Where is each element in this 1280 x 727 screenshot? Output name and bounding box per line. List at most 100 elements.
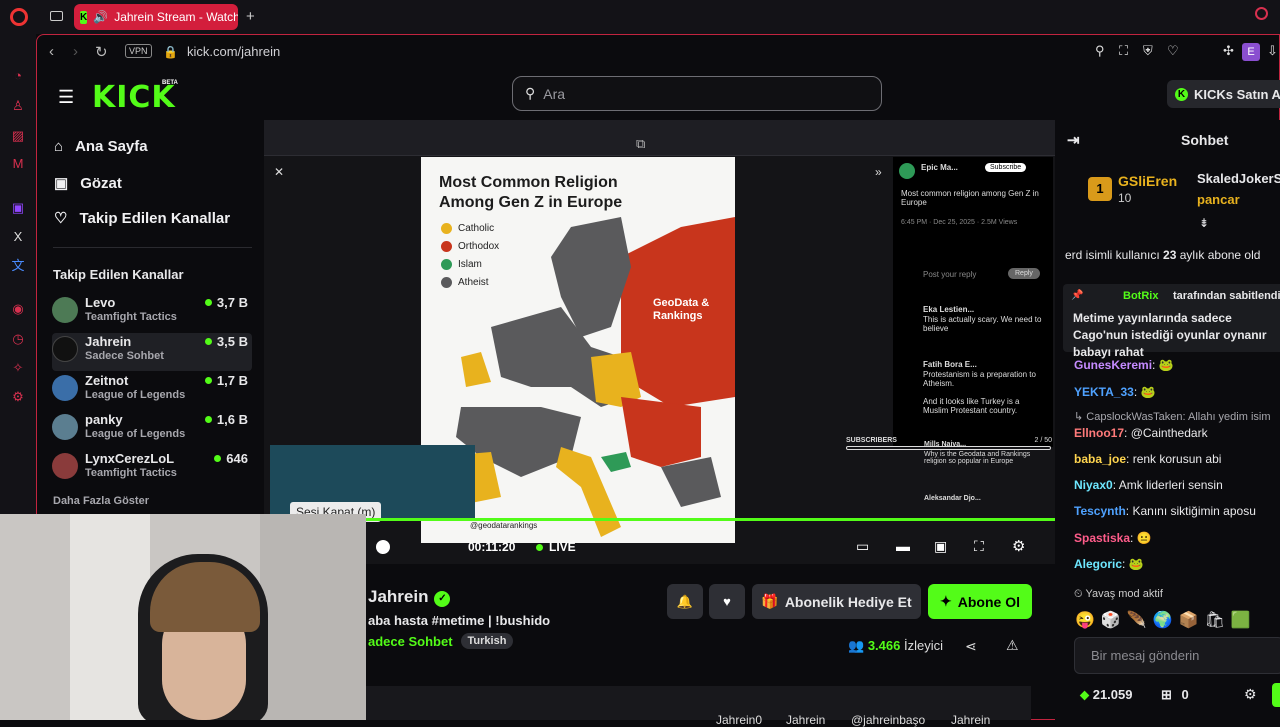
- expand-icon[interactable]: »: [875, 165, 882, 179]
- settings-icon[interactable]: ⚙: [10, 389, 26, 405]
- tweet-subscribe-button[interactable]: Subscribe: [985, 163, 1027, 172]
- new-tab-button[interactable]: +: [246, 8, 255, 25]
- top-gifter-name[interactable]: GSliEren: [1118, 173, 1177, 189]
- shield-icon[interactable]: ⛨: [1143, 43, 1153, 59]
- report-icon[interactable]: ⚠: [1006, 637, 1019, 654]
- channel-name: LynxCerezLoL: [85, 451, 175, 466]
- speaker-icon[interactable]: 🔊: [93, 10, 108, 24]
- map-title: Most Common Religion Among Gen Z in Euro…: [439, 174, 623, 211]
- channel-points[interactable]: ⬥ 21.059: [1080, 687, 1132, 703]
- chat-username[interactable]: YEKTA_33: [1074, 385, 1134, 399]
- aria-icon[interactable]: ◔: [10, 68, 26, 84]
- sub-notice-text: erd isimli kullanıcı: [1065, 248, 1164, 262]
- pinned-message[interactable]: 📌 BotRix tarafından sabitlendi Metime ya…: [1063, 284, 1280, 359]
- history-icon[interactable]: ◷: [10, 331, 26, 347]
- url-field[interactable]: kick.com/jahrein: [187, 44, 280, 59]
- playback-progress-bar[interactable]: [264, 518, 1055, 521]
- flow-icon[interactable]: ▨: [10, 128, 26, 144]
- chat-username[interactable]: Ellnoo17: [1074, 426, 1124, 440]
- volume-slider-handle[interactable]: [376, 540, 390, 554]
- tweet-reply-button[interactable]: Reply: [1008, 268, 1040, 279]
- hamburger-menu-icon[interactable]: ☰: [58, 87, 74, 108]
- live-badge[interactable]: LIVE: [549, 540, 576, 554]
- theater-mode-icon[interactable]: ▬: [896, 538, 910, 554]
- profile-avatar[interactable]: E: [1242, 43, 1260, 61]
- channel-item-panky[interactable]: panky League of Legends 1,6 B: [52, 411, 252, 449]
- expand-gifters-icon[interactable]: ⇟: [1199, 216, 1209, 230]
- subscribe-button[interactable]: ✦ Abone Ol: [928, 584, 1032, 619]
- chat-username[interactable]: Tescynth: [1074, 504, 1126, 518]
- nav-home[interactable]: ⌂ Ana Sayfa: [54, 138, 148, 155]
- vpn-badge[interactable]: VPN: [125, 44, 152, 58]
- pip-icon[interactable]: ▣: [934, 538, 947, 555]
- popout-icon[interactable]: ⧉: [636, 136, 645, 152]
- chat-username[interactable]: Spastiska: [1074, 531, 1130, 545]
- browser-tab-active[interactable]: K 🔊 Jahrein Stream - Watch: [74, 4, 238, 30]
- gift-subscription-button[interactable]: 🎁 Abonelik Hediye Et: [752, 584, 921, 619]
- opera-logo-icon[interactable]: [10, 8, 28, 26]
- map-watermark: GeoData & Rankings: [653, 297, 710, 322]
- extensions-icon[interactable]: ✧: [10, 360, 26, 376]
- gifter-name[interactable]: pancar: [1197, 192, 1240, 207]
- language-tag[interactable]: Turkish: [460, 633, 514, 649]
- nav-following[interactable]: ♡ Takip Edilen Kanallar: [54, 209, 230, 228]
- x-icon[interactable]: X: [10, 229, 26, 245]
- gift-counter[interactable]: ⊞ 0: [1161, 687, 1189, 703]
- tab-overview-icon[interactable]: [50, 11, 63, 21]
- snapshot-icon[interactable]: ⛶: [1119, 43, 1128, 59]
- player-icon[interactable]: ◉: [10, 301, 26, 317]
- chat-message-input[interactable]: Bir mesaj gönderin: [1074, 637, 1280, 674]
- search-tabs-icon[interactable]: [1255, 7, 1268, 20]
- avatar: [52, 414, 78, 440]
- streamer-name[interactable]: Jahrein ✓: [368, 587, 451, 607]
- sparkle-icon: ✦: [940, 593, 952, 609]
- social-discord-link[interactable]: Jahrein: [951, 713, 990, 727]
- puzzle-icon[interactable]: ✣: [1223, 43, 1234, 59]
- back-icon[interactable]: ‹: [49, 43, 54, 60]
- social-threads-link[interactable]: @jahreinbaşo: [851, 713, 925, 727]
- chat-send-button[interactable]: [1272, 683, 1280, 707]
- follow-heart-button[interactable]: ♥: [709, 584, 745, 619]
- channel-item-zeitnot[interactable]: Zeitnot League of Legends 1,7 B: [52, 372, 252, 410]
- chat-username[interactable]: Niyax0: [1074, 478, 1113, 492]
- settings-icon[interactable]: ⚙: [1012, 537, 1025, 555]
- player-controls: 00:11:20 LIVE ▭ ▬ ▣ ⛶ ⚙: [370, 536, 1050, 558]
- clip-icon[interactable]: ▭: [856, 538, 869, 555]
- download-icon[interactable]: ⇩: [1267, 43, 1278, 59]
- channel-item-jahrein[interactable]: Jahrein Sadece Sohbet 3,5 B: [52, 333, 252, 371]
- search-input[interactable]: ⚲ Ara: [512, 76, 882, 111]
- forward-icon[interactable]: ›: [73, 43, 78, 60]
- collapse-chat-icon[interactable]: ⇥: [1067, 131, 1080, 149]
- channel-item-levo[interactable]: Levo Teamfight Tactics 3,7 B: [52, 294, 252, 332]
- chat-username[interactable]: CapslockWasTaken: [1086, 411, 1182, 423]
- notification-bell-button[interactable]: 🔔: [667, 584, 703, 619]
- fullscreen-icon[interactable]: ⛶: [974, 538, 984, 555]
- tweet-reply-input[interactable]: Post your reply: [923, 270, 976, 279]
- twitch-icon[interactable]: ▣: [10, 200, 26, 216]
- social-instagram-link[interactable]: Jahrein: [786, 713, 825, 727]
- chat-username[interactable]: Alegoric: [1074, 557, 1122, 571]
- chat-text: Amk liderleri sensin: [1118, 478, 1223, 492]
- translate-icon[interactable]: 文: [10, 258, 26, 274]
- slow-mode-icon: ⏲: [1074, 588, 1086, 600]
- chat-username[interactable]: GunesKeremi: [1074, 358, 1152, 372]
- pin-icon[interactable]: ⚲: [1095, 43, 1105, 59]
- heart-icon[interactable]: ♡: [1167, 43, 1179, 59]
- crypto-wallet-icon[interactable]: ♙: [10, 98, 26, 114]
- buy-kicks-button[interactable]: K KICKs Satın Al: [1167, 80, 1280, 108]
- chat-settings-icon[interactable]: ⚙: [1244, 686, 1257, 703]
- emote-bar[interactable]: 😜🎲🪶🌍📦🛍🟩: [1075, 610, 1257, 630]
- channel-item-lynxcerezlol[interactable]: LynxCerezLoL Teamfight Tactics 646: [52, 450, 252, 488]
- gmail-icon[interactable]: M: [10, 156, 26, 172]
- show-more-link[interactable]: Daha Fazla Göster: [53, 495, 149, 507]
- reload-icon[interactable]: ↻: [95, 43, 108, 61]
- social-x-link[interactable]: Jahrein0: [716, 713, 762, 727]
- nav-browse[interactable]: ▣ Gözat: [54, 174, 122, 193]
- gifter-name[interactable]: SkaledJokerS: [1197, 171, 1280, 186]
- share-icon[interactable]: ⋖: [965, 638, 977, 655]
- chat-username[interactable]: baba_joe: [1074, 452, 1126, 466]
- stream-category[interactable]: adece Sohbet: [368, 634, 453, 649]
- close-icon[interactable]: ✕: [274, 165, 284, 179]
- channel-name: Levo: [85, 295, 116, 310]
- gift-label: Abonelik Hediye Et: [784, 593, 912, 610]
